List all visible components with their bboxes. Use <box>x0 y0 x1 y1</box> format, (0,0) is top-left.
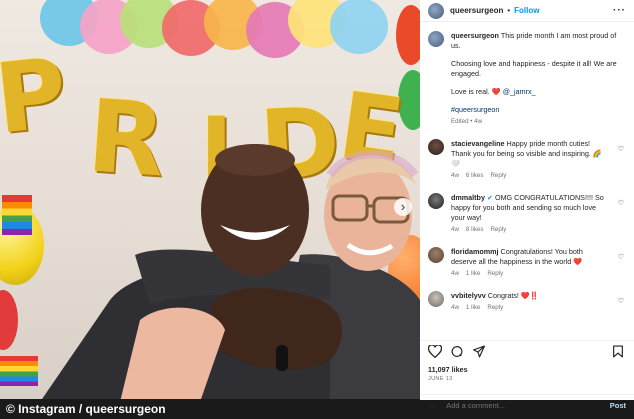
reply-button[interactable]: Reply <box>490 226 506 233</box>
post-photo[interactable]: P R I D E › <box>0 0 420 402</box>
carousel-next-button[interactable]: › <box>394 198 412 216</box>
heart-icon[interactable]: ♡ <box>618 297 624 307</box>
caption-avatar[interactable] <box>428 31 444 47</box>
caption-line-2: Choosing love and happiness - despite it… <box>451 59 617 78</box>
comments-list[interactable]: queersurgeon This pride month I am most … <box>420 22 634 338</box>
comment-username[interactable]: vvbitelyvv <box>451 291 486 300</box>
separator-dot: • <box>507 6 511 15</box>
emoji-icon[interactable]: ☺ <box>428 400 438 411</box>
list-item: dmmaltby ✔ OMG CONGRATULATIONS!!!! So ha… <box>428 193 626 235</box>
share-icon[interactable] <box>472 345 486 358</box>
comment-username[interactable]: dmmaltby <box>451 193 485 202</box>
post-button[interactable]: Post <box>610 401 626 410</box>
list-item: vvbitelyvv Congrats! ❤️‼️ 4w 1 like Reply … <box>428 291 626 313</box>
caption-meta: Edited • 4w <box>451 118 483 125</box>
comment-likes[interactable]: 8 likes <box>466 226 484 233</box>
couple-illustration <box>40 144 420 402</box>
post-header: queersurgeon • Follow ··· <box>420 0 634 22</box>
post-sidebar: queersurgeon • Follow ··· queersurgeon T… <box>420 0 634 411</box>
comment-likes[interactable]: 1 like <box>466 270 480 277</box>
post-date: JUNE 13 <box>428 376 453 382</box>
comment-text: Congrats! ❤️‼️ <box>487 291 539 300</box>
header-username[interactable]: queersurgeon <box>450 6 503 15</box>
action-bar <box>420 340 634 358</box>
heart-icon[interactable]: ♡ <box>618 253 624 263</box>
hashtag-link[interactable]: #queersurgeon <box>451 105 626 115</box>
bookmark-icon[interactable] <box>612 345 624 358</box>
heart-icon[interactable]: ♡ <box>618 199 624 209</box>
mention-link[interactable]: @_jamrx_ <box>503 87 536 96</box>
follow-button[interactable]: Follow <box>514 6 539 15</box>
comment-age: 4w <box>451 304 459 311</box>
avatar[interactable] <box>428 193 444 209</box>
avatar[interactable] <box>428 291 444 307</box>
comment-likes[interactable]: 6 likes <box>466 172 484 179</box>
comment-icon[interactable] <box>450 345 464 358</box>
heart-emoji: ❤️ <box>491 87 501 96</box>
list-item: floridamommj Congratulations! You both d… <box>428 247 626 279</box>
chevron-right-icon: › <box>400 199 406 214</box>
avatar[interactable] <box>428 2 444 19</box>
caption-username[interactable]: queersurgeon <box>451 31 499 40</box>
avatar[interactable] <box>428 247 444 263</box>
verified-badge-icon: ✔ <box>486 193 493 202</box>
comment-age: 4w <box>451 172 459 179</box>
list-item: stacievangeline Happy pride month cuties… <box>428 139 626 181</box>
reply-button[interactable]: Reply <box>487 304 503 311</box>
avatar[interactable] <box>428 139 444 155</box>
watermark-credit: © Instagram / queersurgeon <box>6 402 166 416</box>
reply-button[interactable]: Reply <box>490 172 506 179</box>
comment-username[interactable]: stacievangeline <box>451 139 505 148</box>
post-caption: queersurgeon This pride month I am most … <box>428 31 626 127</box>
comment-age: 4w <box>451 270 459 277</box>
heart-icon[interactable] <box>428 345 442 358</box>
heart-icon[interactable]: ♡ <box>618 145 624 155</box>
add-comment-bar: ☺ Add a comment... Post <box>420 394 634 416</box>
comment-likes[interactable]: 1 like <box>466 304 480 311</box>
more-horizontal-icon[interactable]: ··· <box>613 5 626 16</box>
comment-username[interactable]: floridamommj <box>451 247 499 256</box>
comment-input[interactable]: Add a comment... <box>446 401 505 410</box>
reply-button[interactable]: Reply <box>487 270 503 277</box>
caption-line-3: Love is real. <box>451 87 490 96</box>
like-count[interactable]: 11,097 likes <box>428 365 468 374</box>
comment-age: 4w <box>451 226 459 233</box>
